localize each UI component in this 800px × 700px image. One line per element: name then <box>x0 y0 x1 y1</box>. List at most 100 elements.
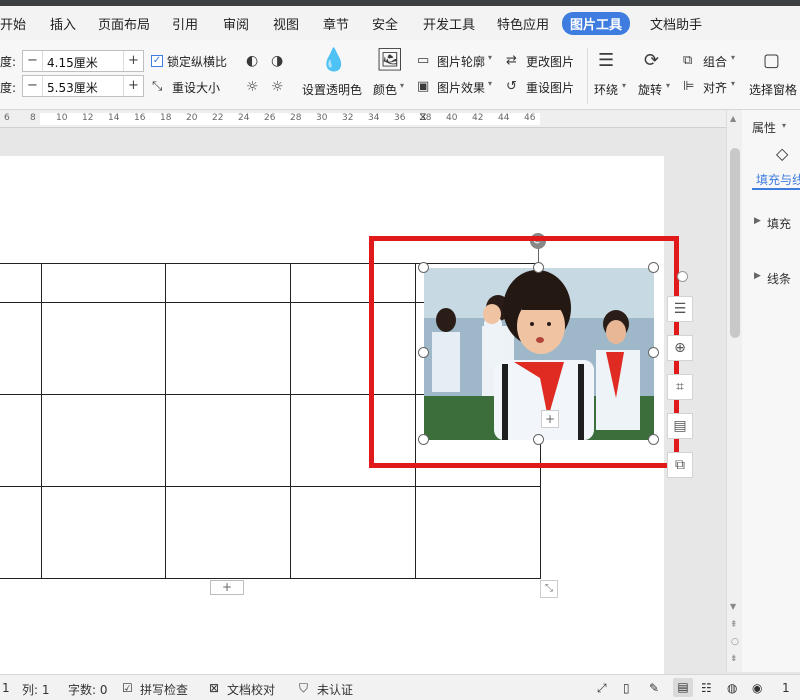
select-browse-icon[interactable]: ○ <box>731 637 739 647</box>
contrast-up-icon[interactable]: ◑ <box>271 53 283 69</box>
more-options-icon[interactable]: ⧉ <box>667 452 693 478</box>
menu-picture-tools[interactable]: 图片工具 <box>562 12 631 35</box>
outline-view-icon[interactable]: ☷ <box>701 681 712 695</box>
menu-doc-assistant[interactable]: 文档助手 <box>650 14 702 33</box>
selection-pane-icon: ▢ <box>763 50 781 71</box>
ruler-tick-label: 28 <box>290 113 302 123</box>
tab-fill-line[interactable]: 填充与线 <box>756 171 800 188</box>
web-view-icon[interactable]: ◍ <box>727 681 737 695</box>
edit-icon[interactable]: ✎ <box>649 681 659 695</box>
align-dropdown-icon[interactable]: ▾ <box>731 79 735 88</box>
height-decrease-button[interactable]: − <box>23 51 43 71</box>
scroll-thumb[interactable] <box>730 148 740 338</box>
selection-pane-button[interactable]: 选择窗格 <box>749 81 797 98</box>
ribbon-divider <box>587 48 588 104</box>
vertical-scrollbar[interactable]: ▲ ▼ ⇞ ○ ⇟ <box>726 110 742 672</box>
table-border <box>290 263 291 579</box>
word-count[interactable]: 字数: 0 <box>68 681 108 698</box>
line-section[interactable]: 线条 <box>767 270 791 287</box>
effects-dropdown-icon[interactable]: ▾ <box>488 79 492 88</box>
outline-dropdown-icon[interactable]: ▾ <box>488 53 492 62</box>
next-page-icon[interactable]: ⇟ <box>730 654 738 664</box>
align-button[interactable]: 对齐 <box>703 79 727 96</box>
scroll-down-icon[interactable]: ▼ <box>730 602 736 611</box>
width-decrease-button[interactable]: − <box>23 76 43 96</box>
lock-ratio-checkbox[interactable]: ✓ <box>151 55 163 67</box>
menu-references[interactable]: 引用 <box>172 14 198 33</box>
menu-features[interactable]: 特色应用 <box>497 14 549 33</box>
menu-review[interactable]: 审阅 <box>223 14 249 33</box>
change-picture-icon: ⇄ <box>506 53 517 68</box>
height-increase-button[interactable]: + <box>123 51 143 71</box>
fill-line-tab-icon[interactable]: ◇ <box>776 144 788 163</box>
doc-proof-button[interactable]: 文档校对 <box>227 681 275 698</box>
reset-picture-button[interactable]: 重设图片 <box>526 79 574 96</box>
properties-dropdown-icon[interactable]: ▾ <box>782 121 786 130</box>
scroll-up-icon[interactable]: ▲ <box>730 114 736 123</box>
color-icon: 🖼 <box>376 48 404 73</box>
add-row-button[interactable]: + <box>210 580 244 595</box>
page-indicator: 1 <box>2 681 10 695</box>
auth-status[interactable]: 未认证 <box>317 681 353 698</box>
outline-icon: ▭ <box>417 53 430 68</box>
properties-title: 属性 <box>752 121 777 135</box>
wrap-button[interactable]: 环绕 <box>594 81 618 98</box>
menu-insert[interactable]: 插入 <box>50 14 76 33</box>
table-border <box>165 263 166 579</box>
change-picture-button[interactable]: 更改图片 <box>526 53 574 70</box>
crop-icon[interactable]: ⌗ <box>667 374 693 400</box>
color-button[interactable]: 颜色 <box>373 81 397 98</box>
zoom-level[interactable]: 1 <box>782 681 790 695</box>
menu-home[interactable]: 开始 <box>0 14 26 33</box>
rotate-icon: ⟳ <box>644 50 660 71</box>
brightness-up-icon[interactable]: ◐ <box>246 53 258 69</box>
ruler-tick-label: 20 <box>186 113 198 123</box>
horizontal-ruler[interactable]: 6 8 10 12 14 16 18 20 22 24 26 28 30 32 34 36 38 40 42 44 46… <box>0 110 726 128</box>
menu-page-layout[interactable]: 页面布局 <box>98 14 150 33</box>
spell-check-icon: ☑ <box>122 681 133 695</box>
layout-options-icon[interactable]: ☰ <box>667 296 693 322</box>
reset-size-button[interactable]: 重设大小 <box>172 79 220 96</box>
wrap-dropdown-icon[interactable]: ▾ <box>622 81 626 90</box>
fill-section[interactable]: 填充 <box>767 215 791 232</box>
active-tab-indicator <box>752 188 800 190</box>
group-dropdown-icon[interactable]: ▾ <box>731 53 735 62</box>
zoom-icon[interactable]: ⊕ <box>667 335 693 361</box>
lock-ratio-label: 锁定纵横比 <box>167 55 228 69</box>
status-bar: 1 列: 1 字数: 0 ☑ 拼写检查 ⊠ 文档校对 ⛉ 未认证 ⤢ ▯ ✎ ▤… <box>0 674 800 700</box>
group-button[interactable]: 组合 <box>703 53 727 70</box>
menu-security[interactable]: 安全 <box>372 14 398 33</box>
indent-marker-icon[interactable]: ⧖ <box>419 110 427 124</box>
width-spinner[interactable]: − 5.53厘米 + <box>22 75 144 97</box>
transparency-button[interactable]: 设置透明色 <box>302 81 362 98</box>
eye-protection-icon[interactable]: ◉ <box>752 681 762 695</box>
spell-check-button[interactable]: 拼写检查 <box>140 681 188 698</box>
ruler-tick-label: 22 <box>212 113 224 123</box>
fullscreen-icon[interactable]: ⤢ <box>597 681 607 696</box>
table-resize-handle[interactable]: ⤡ <box>540 580 558 598</box>
fill-expand-icon[interactable]: ▶ <box>754 216 761 226</box>
menu-chapter[interactable]: 章节 <box>323 14 349 33</box>
rotate-dropdown-icon[interactable]: ▾ <box>666 81 670 90</box>
brightness-down-icon[interactable]: ☼ <box>246 79 259 95</box>
contrast-down-icon[interactable]: ☼ <box>271 79 284 95</box>
ruler-tick-label: 6 <box>4 113 10 123</box>
width-increase-button[interactable]: + <box>123 76 143 96</box>
reading-mode-icon[interactable]: ▯ <box>623 681 630 695</box>
picture-effects-icon[interactable]: ▤ <box>667 413 693 439</box>
prev-page-icon[interactable]: ⇞ <box>730 620 738 630</box>
ruler-tick-label: 46 <box>524 113 536 123</box>
group-icon: ⧉ <box>683 53 693 68</box>
ruler-tick-label: 34 <box>368 113 380 123</box>
rotate-button[interactable]: 旋转 <box>638 81 662 98</box>
height-spinner[interactable]: − 4.15厘米 + <box>22 50 144 72</box>
menu-view[interactable]: 视图 <box>273 14 299 33</box>
outline-button[interactable]: 图片轮廓 <box>437 53 485 70</box>
page-view-icon[interactable]: ▤ <box>673 678 693 697</box>
wrap-icon: ☰ <box>598 50 615 71</box>
line-expand-icon[interactable]: ▶ <box>754 271 761 281</box>
color-dropdown-icon[interactable]: ▾ <box>400 81 404 90</box>
menu-developer[interactable]: 开发工具 <box>423 14 475 33</box>
ruler-tick-label: 36 <box>394 113 406 123</box>
effects-button[interactable]: 图片效果 <box>437 79 485 96</box>
